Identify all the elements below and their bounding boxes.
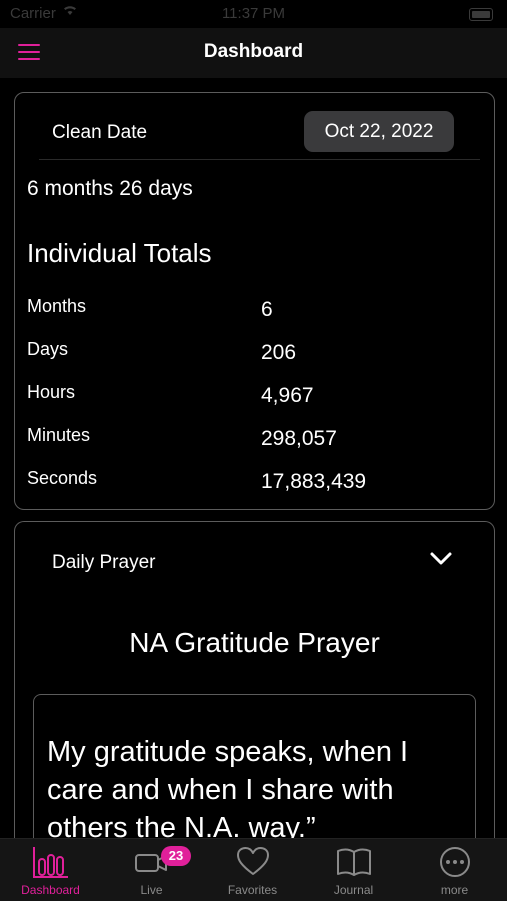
tab-journal[interactable]: Journal [303, 839, 404, 901]
more-icon [404, 845, 505, 879]
tab-bar: Dashboard 23 Live Favorites Journal more [0, 838, 507, 901]
clean-date-picker[interactable]: Oct 22, 2022 [304, 111, 454, 152]
tab-more[interactable]: more [404, 839, 505, 901]
page-title: Dashboard [203, 41, 304, 62]
total-label: Hours [27, 382, 76, 402]
battery-icon [469, 8, 493, 21]
total-label: Days [27, 339, 69, 359]
total-label: Months [27, 296, 87, 316]
total-row-days: Days 206 [27, 337, 487, 367]
tab-live[interactable]: 23 Live [101, 839, 202, 901]
tab-label: Live [140, 883, 163, 897]
bar-chart-icon [0, 845, 101, 879]
status-bar: Carrier 11:37 PM [0, 0, 507, 28]
prayer-text: My gratitude speaks, when I care and whe… [47, 736, 409, 844]
total-label: Seconds [27, 468, 98, 488]
prayer-title: NA Gratitude Prayer [129, 627, 380, 658]
tab-label: Dashboard [21, 883, 80, 897]
total-value: 17,883,439 [261, 470, 367, 493]
clean-date-card: Clean Date Oct 22, 2022 6 months 26 days… [14, 92, 495, 510]
total-row-months: Months 6 [27, 294, 487, 324]
chevron-down-icon[interactable] [427, 548, 455, 570]
total-label: Minutes [27, 425, 91, 445]
book-icon [303, 845, 404, 879]
total-row-minutes: Minutes 298,057 [27, 423, 487, 453]
tab-dashboard[interactable]: Dashboard [0, 839, 101, 901]
tab-label: Journal [333, 883, 374, 897]
daily-prayer-card: Daily Prayer NA Gratitude Prayer My grat… [14, 521, 495, 896]
clean-date-label: Clean Date [52, 122, 148, 143]
total-value: 4,967 [261, 384, 314, 407]
live-count-badge: 23 [161, 846, 191, 866]
clean-duration: 6 months 26 days [27, 177, 193, 200]
total-row-hours: Hours 4,967 [27, 380, 487, 410]
navigation-bar: Dashboard [0, 28, 507, 78]
tab-label: Favorites [227, 883, 278, 897]
total-row-seconds: Seconds 17,883,439 [27, 466, 487, 496]
daily-prayer-label: Daily Prayer [52, 552, 156, 573]
tab-label: more [440, 883, 469, 897]
divider [39, 159, 480, 160]
individual-totals-heading: Individual Totals [27, 238, 212, 268]
status-time: 11:37 PM [221, 5, 286, 22]
total-value: 206 [261, 341, 297, 364]
total-value: 6 [261, 298, 273, 321]
tab-favorites[interactable]: Favorites [202, 839, 303, 901]
total-value: 298,057 [261, 427, 337, 450]
heart-icon [202, 845, 303, 879]
